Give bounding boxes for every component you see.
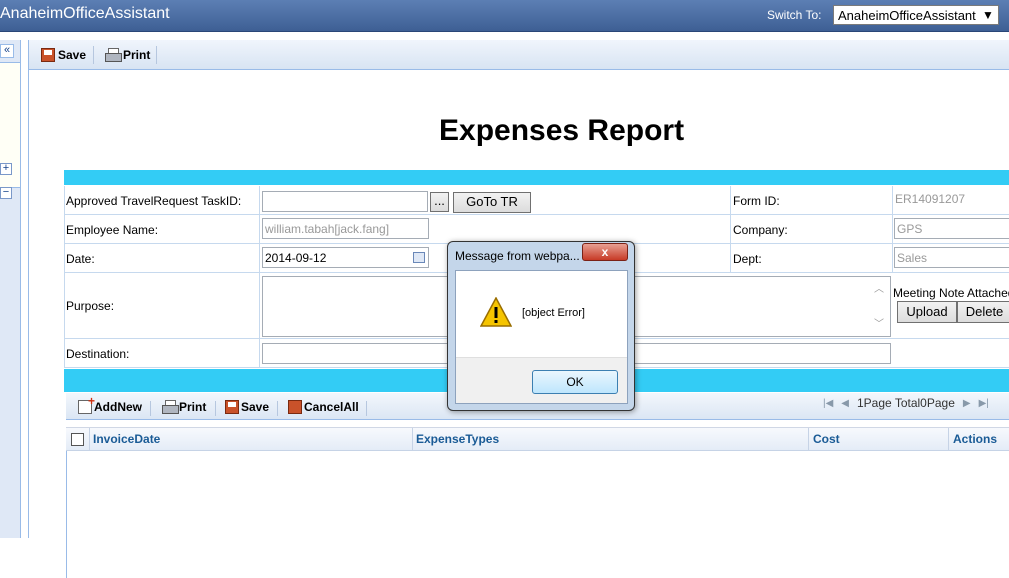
dept-label: Dept:: [733, 252, 762, 266]
next-page-icon[interactable]: ▶: [963, 398, 971, 409]
save-label: Save: [58, 48, 87, 62]
taskid-input[interactable]: [262, 191, 428, 212]
grid-print-button[interactable]: Print: [162, 400, 206, 414]
scroll-down-icon[interactable]: ﹀: [874, 315, 884, 330]
grid-save-button[interactable]: Save: [225, 400, 269, 414]
main-toolbar: Save Print: [29, 40, 1009, 70]
column-header-actions[interactable]: Actions: [953, 432, 997, 446]
toolbar-separator: [150, 401, 151, 416]
column-header-invoicedate[interactable]: InvoiceDate: [93, 432, 160, 446]
company-input[interactable]: GPS: [894, 218, 1009, 239]
dialog-footer: OK: [456, 357, 627, 403]
print-button[interactable]: Print: [105, 46, 150, 64]
company-label: Company:: [733, 223, 788, 237]
toolbar-separator: [366, 401, 367, 416]
expand-icon[interactable]: +: [0, 163, 12, 175]
toolbar-separator: [156, 46, 157, 64]
form-border: [64, 186, 65, 368]
chevron-down-icon: ▼: [982, 8, 994, 22]
switch-to-select[interactable]: AnaheimOfficeAssistant ▼: [833, 5, 999, 25]
switch-to-value: AnaheimOfficeAssistant: [838, 8, 976, 23]
formid-value: ER14091207: [895, 192, 966, 206]
collapse-sidebar-button[interactable]: «: [0, 44, 14, 58]
column-header-cost[interactable]: Cost: [813, 432, 840, 446]
employee-label: Employee Name:: [66, 223, 159, 237]
app-header: AnaheimOfficeAssistant Switch To: Anahei…: [0, 0, 1009, 32]
form-divider: [730, 186, 731, 273]
grid-header: InvoiceDate ExpenseTypes Cost Actions: [66, 427, 1009, 451]
cancel-icon: [288, 400, 302, 414]
page-title: Expenses Report: [439, 114, 685, 147]
print-label: Print: [123, 48, 151, 62]
cancel-all-button[interactable]: CancelAll: [288, 400, 359, 414]
add-icon: [78, 394, 95, 414]
save-button[interactable]: Save: [41, 46, 86, 64]
select-all-checkbox[interactable]: [71, 433, 84, 446]
date-input[interactable]: 2014-09-12: [262, 247, 429, 268]
collapse-icon[interactable]: −: [0, 187, 12, 199]
dialog-close-button[interactable]: x: [582, 243, 628, 261]
toolbar-separator: [93, 46, 94, 64]
formid-label: Form ID:: [733, 194, 780, 208]
destination-label: Destination:: [66, 347, 130, 361]
column-separator: [808, 428, 809, 451]
grid-print-label: Print: [179, 400, 207, 414]
dialog-body: [object Error] OK: [455, 270, 628, 404]
date-label: Date:: [66, 252, 95, 266]
form-row-taskid: Approved TravelRequest TaskID: ... GoTo …: [64, 186, 1009, 215]
print-icon: [105, 48, 122, 62]
pager: |◀ ◀ 1Page Total0Page ▶ ▶|: [823, 396, 989, 410]
form-header-bar: [64, 170, 1009, 185]
left-sidebar: « + −: [0, 40, 21, 538]
goto-tr-button[interactable]: GoTo TR: [453, 192, 531, 213]
toolbar-separator: [277, 401, 278, 416]
upload-button[interactable]: Upload: [897, 301, 957, 323]
calendar-icon[interactable]: [413, 252, 425, 263]
add-new-label: AddNew: [94, 400, 142, 414]
purpose-label: Purpose:: [66, 299, 115, 313]
form-row-employee: Employee Name: william.tabah[jack.fang] …: [64, 215, 1009, 244]
warning-icon: [480, 297, 512, 327]
form-divider: [892, 186, 893, 273]
taskid-label: Approved TravelRequest TaskID:: [66, 194, 242, 208]
browse-button[interactable]: ...: [430, 192, 449, 212]
delete-button[interactable]: Delete: [957, 301, 1009, 323]
ok-button[interactable]: OK: [532, 370, 618, 394]
column-header-expensetypes[interactable]: ExpenseTypes: [416, 432, 499, 446]
print-icon: [162, 400, 179, 414]
save-icon: [41, 48, 55, 62]
column-separator: [89, 428, 90, 451]
app-title: AnaheimOfficeAssistant: [0, 5, 170, 22]
date-value: 2014-09-12: [265, 251, 327, 265]
column-separator: [412, 428, 413, 451]
grid-save-label: Save: [241, 400, 270, 414]
toolbar-separator: [215, 401, 216, 416]
dept-input[interactable]: Sales: [894, 247, 1009, 268]
cancel-all-label: CancelAll: [304, 400, 359, 414]
switch-to-label: Switch To:: [767, 8, 822, 22]
pager-text: 1Page Total0Page: [857, 396, 955, 410]
prev-page-icon[interactable]: ◀: [841, 398, 849, 409]
last-page-icon[interactable]: ▶|: [979, 398, 989, 409]
employee-input[interactable]: william.tabah[jack.fang]: [262, 218, 429, 239]
first-page-icon[interactable]: |◀: [823, 398, 833, 409]
column-separator: [948, 428, 949, 451]
meeting-note-label: Meeting Note Attached: [893, 286, 1009, 300]
dialog-title: Message from webpa...: [455, 249, 580, 263]
grid-body: [66, 451, 1009, 578]
save-icon: [225, 400, 239, 414]
add-new-button[interactable]: AddNew: [78, 394, 142, 414]
form-divider: [259, 186, 260, 368]
scroll-up-icon[interactable]: ︿: [874, 280, 884, 295]
dialog-message: [object Error]: [522, 307, 585, 319]
message-dialog: Message from webpa... x [object Error] O…: [447, 241, 635, 411]
